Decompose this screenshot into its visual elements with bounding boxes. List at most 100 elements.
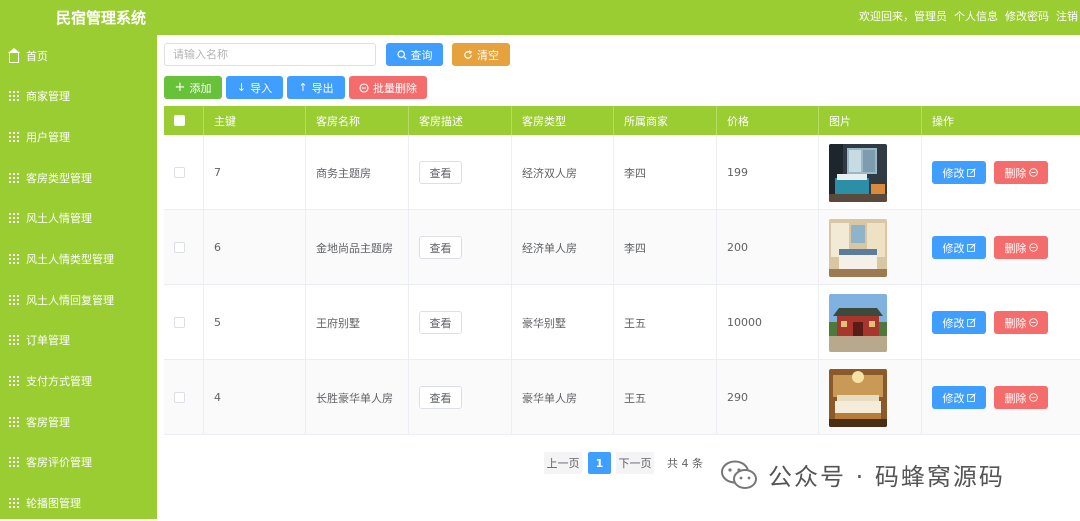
edit-button[interactable]: 修改 xyxy=(932,236,986,259)
change-password-link[interactable]: 修改密码 xyxy=(1005,8,1049,24)
batch-delete-button[interactable]: 批量删除 xyxy=(349,76,427,99)
merchant-cell: 王五 xyxy=(614,285,717,360)
price-cell: 10000 xyxy=(717,285,819,360)
column-header[interactable]: 价格 xyxy=(717,106,819,135)
export-button-label: 导出 xyxy=(311,81,334,95)
grid-icon xyxy=(8,375,20,387)
sidebar-item-home[interactable]: 首页 xyxy=(0,38,157,74)
edit-icon xyxy=(966,243,976,252)
sidebar-item-label: 风土人情类型管理 xyxy=(26,253,114,266)
table-header: 主键 客房名称 客房描述 客房类型 所属商家 价格 图片 操作 xyxy=(164,106,1080,135)
delete-button[interactable]: 删除 xyxy=(994,386,1048,409)
plus-icon: + xyxy=(174,80,186,95)
import-button[interactable]: ↓ 导入 xyxy=(226,76,283,99)
column-header[interactable]: 客房类型 xyxy=(512,106,614,135)
edit-icon xyxy=(966,168,976,177)
sidebar-item-orders[interactable]: 订单管理 xyxy=(0,322,157,358)
sidebar-item-label: 风土人情管理 xyxy=(26,212,92,225)
batch-delete-button-label: 批量删除 xyxy=(373,81,417,95)
import-button-label: 导入 xyxy=(250,81,273,95)
profile-link[interactable]: 个人信息 xyxy=(954,8,998,24)
room-name-cell: 金地尚品主题房 xyxy=(306,210,409,285)
arrow-up-icon: ↑ xyxy=(298,81,308,94)
delete-button[interactable]: 删除 xyxy=(994,311,1048,334)
grid-icon xyxy=(8,212,20,224)
row-checkbox[interactable] xyxy=(174,167,185,178)
row-checkbox[interactable] xyxy=(174,242,185,253)
main-content: 查询 清空 + 添加 ↓ 导入 ↑ 导出 批量删除 主键 客房名称 客房描述 客… xyxy=(157,35,1080,519)
edit-button[interactable]: 修改 xyxy=(932,386,986,409)
room-desc-cell: 查看 xyxy=(409,210,512,285)
view-description-button[interactable]: 查看 xyxy=(419,386,462,409)
arrow-down-icon: ↓ xyxy=(236,81,247,94)
delete-button-label: 删除 xyxy=(1004,166,1027,180)
row-checkbox[interactable] xyxy=(174,317,185,328)
room-type-cell: 经济双人房 xyxy=(512,135,614,210)
room-desc-cell: 查看 xyxy=(409,135,512,210)
sidebar-item-customs-types[interactable]: 风土人情类型管理 xyxy=(0,241,157,277)
reset-button[interactable]: 清空 xyxy=(452,43,510,66)
sidebar-item-rooms[interactable]: 客房管理 xyxy=(0,404,157,440)
sidebar-item-users[interactable]: 用户管理 xyxy=(0,119,157,155)
watermark-text: 公众号 · 码蜂窝源码 xyxy=(768,463,1005,491)
edit-button-label: 修改 xyxy=(942,391,965,405)
edit-icon xyxy=(966,318,976,327)
actions-cell: 修改 删除 xyxy=(922,360,1080,435)
sidebar: 首页 商家管理 用户管理 客房类型管理 风土人情管理 风土人情类型管理 风土人情… xyxy=(0,35,157,519)
room-desc-cell: 查看 xyxy=(409,360,512,435)
row-checkbox[interactable] xyxy=(174,392,185,403)
select-all-checkbox[interactable] xyxy=(174,115,185,126)
sidebar-item-customs-replies[interactable]: 风土人情回复管理 xyxy=(0,282,157,318)
image-cell xyxy=(819,360,922,435)
sidebar-item-room-types[interactable]: 客房类型管理 xyxy=(0,160,157,196)
welcome-text: 欢迎回来，管理员 xyxy=(859,10,947,23)
room-photo-icon[interactable] xyxy=(829,218,887,277)
edit-button[interactable]: 修改 xyxy=(932,161,986,184)
row-select-cell xyxy=(164,210,204,285)
minus-circle-icon xyxy=(1028,318,1038,327)
column-header[interactable]: 客房描述 xyxy=(409,106,512,135)
merchant-cell: 王五 xyxy=(614,360,717,435)
edit-button[interactable]: 修改 xyxy=(932,311,986,334)
villa-photo-icon[interactable] xyxy=(829,293,887,352)
reset-button-label: 清空 xyxy=(477,48,499,62)
sidebar-item-carousel[interactable]: 轮播图管理 xyxy=(0,485,157,521)
sidebar-item-merchant[interactable]: 商家管理 xyxy=(0,78,157,114)
room-type-cell: 豪华单人房 xyxy=(512,360,614,435)
delete-button-label: 删除 xyxy=(1004,391,1027,405)
room-photo-icon[interactable] xyxy=(829,368,887,427)
table-row: 4 长胜豪华单人房 查看 豪华单人房 王五 290 修改 删除 xyxy=(164,360,1080,435)
table-row: 6 金地尚品主题房 查看 经济单人房 李四 200 修改 删除 xyxy=(164,210,1080,285)
refresh-icon xyxy=(464,49,473,59)
column-header[interactable]: 客房名称 xyxy=(306,106,409,135)
column-header[interactable]: 主键 xyxy=(204,106,306,135)
query-button[interactable]: 查询 xyxy=(386,43,443,66)
sidebar-item-reviews[interactable]: 客房评价管理 xyxy=(0,444,157,480)
column-header[interactable]: 图片 xyxy=(819,106,922,135)
price-cell: 200 xyxy=(717,210,819,285)
sidebar-item-payment[interactable]: 支付方式管理 xyxy=(0,363,157,399)
edit-button-label: 修改 xyxy=(942,316,965,330)
sidebar-item-customs[interactable]: 风土人情管理 xyxy=(0,200,157,236)
view-description-button[interactable]: 查看 xyxy=(419,311,462,334)
delete-button[interactable]: 删除 xyxy=(994,161,1048,184)
search-input[interactable] xyxy=(164,43,376,66)
room-photo-icon[interactable] xyxy=(829,143,887,202)
add-button-label: 添加 xyxy=(189,81,212,95)
export-button[interactable]: ↑ 导出 xyxy=(287,76,345,99)
next-page-button[interactable]: 下一页 xyxy=(616,452,654,474)
sidebar-item-label: 风土人情回复管理 xyxy=(26,294,114,307)
prev-page-button[interactable]: 上一页 xyxy=(544,452,582,474)
column-header[interactable]: 操作 xyxy=(922,106,1080,135)
delete-button[interactable]: 删除 xyxy=(994,236,1048,259)
minus-circle-icon xyxy=(1028,243,1038,252)
page-number-button[interactable]: 1 xyxy=(588,452,611,474)
view-description-button[interactable]: 查看 xyxy=(419,161,462,184)
view-description-button[interactable]: 查看 xyxy=(419,236,462,259)
logout-link[interactable]: 注销 xyxy=(1056,8,1078,24)
id-cell: 4 xyxy=(204,360,306,435)
room-name-cell: 商务主题房 xyxy=(306,135,409,210)
add-button[interactable]: + 添加 xyxy=(164,76,222,99)
column-header[interactable]: 所属商家 xyxy=(614,106,717,135)
room-type-cell: 经济单人房 xyxy=(512,210,614,285)
